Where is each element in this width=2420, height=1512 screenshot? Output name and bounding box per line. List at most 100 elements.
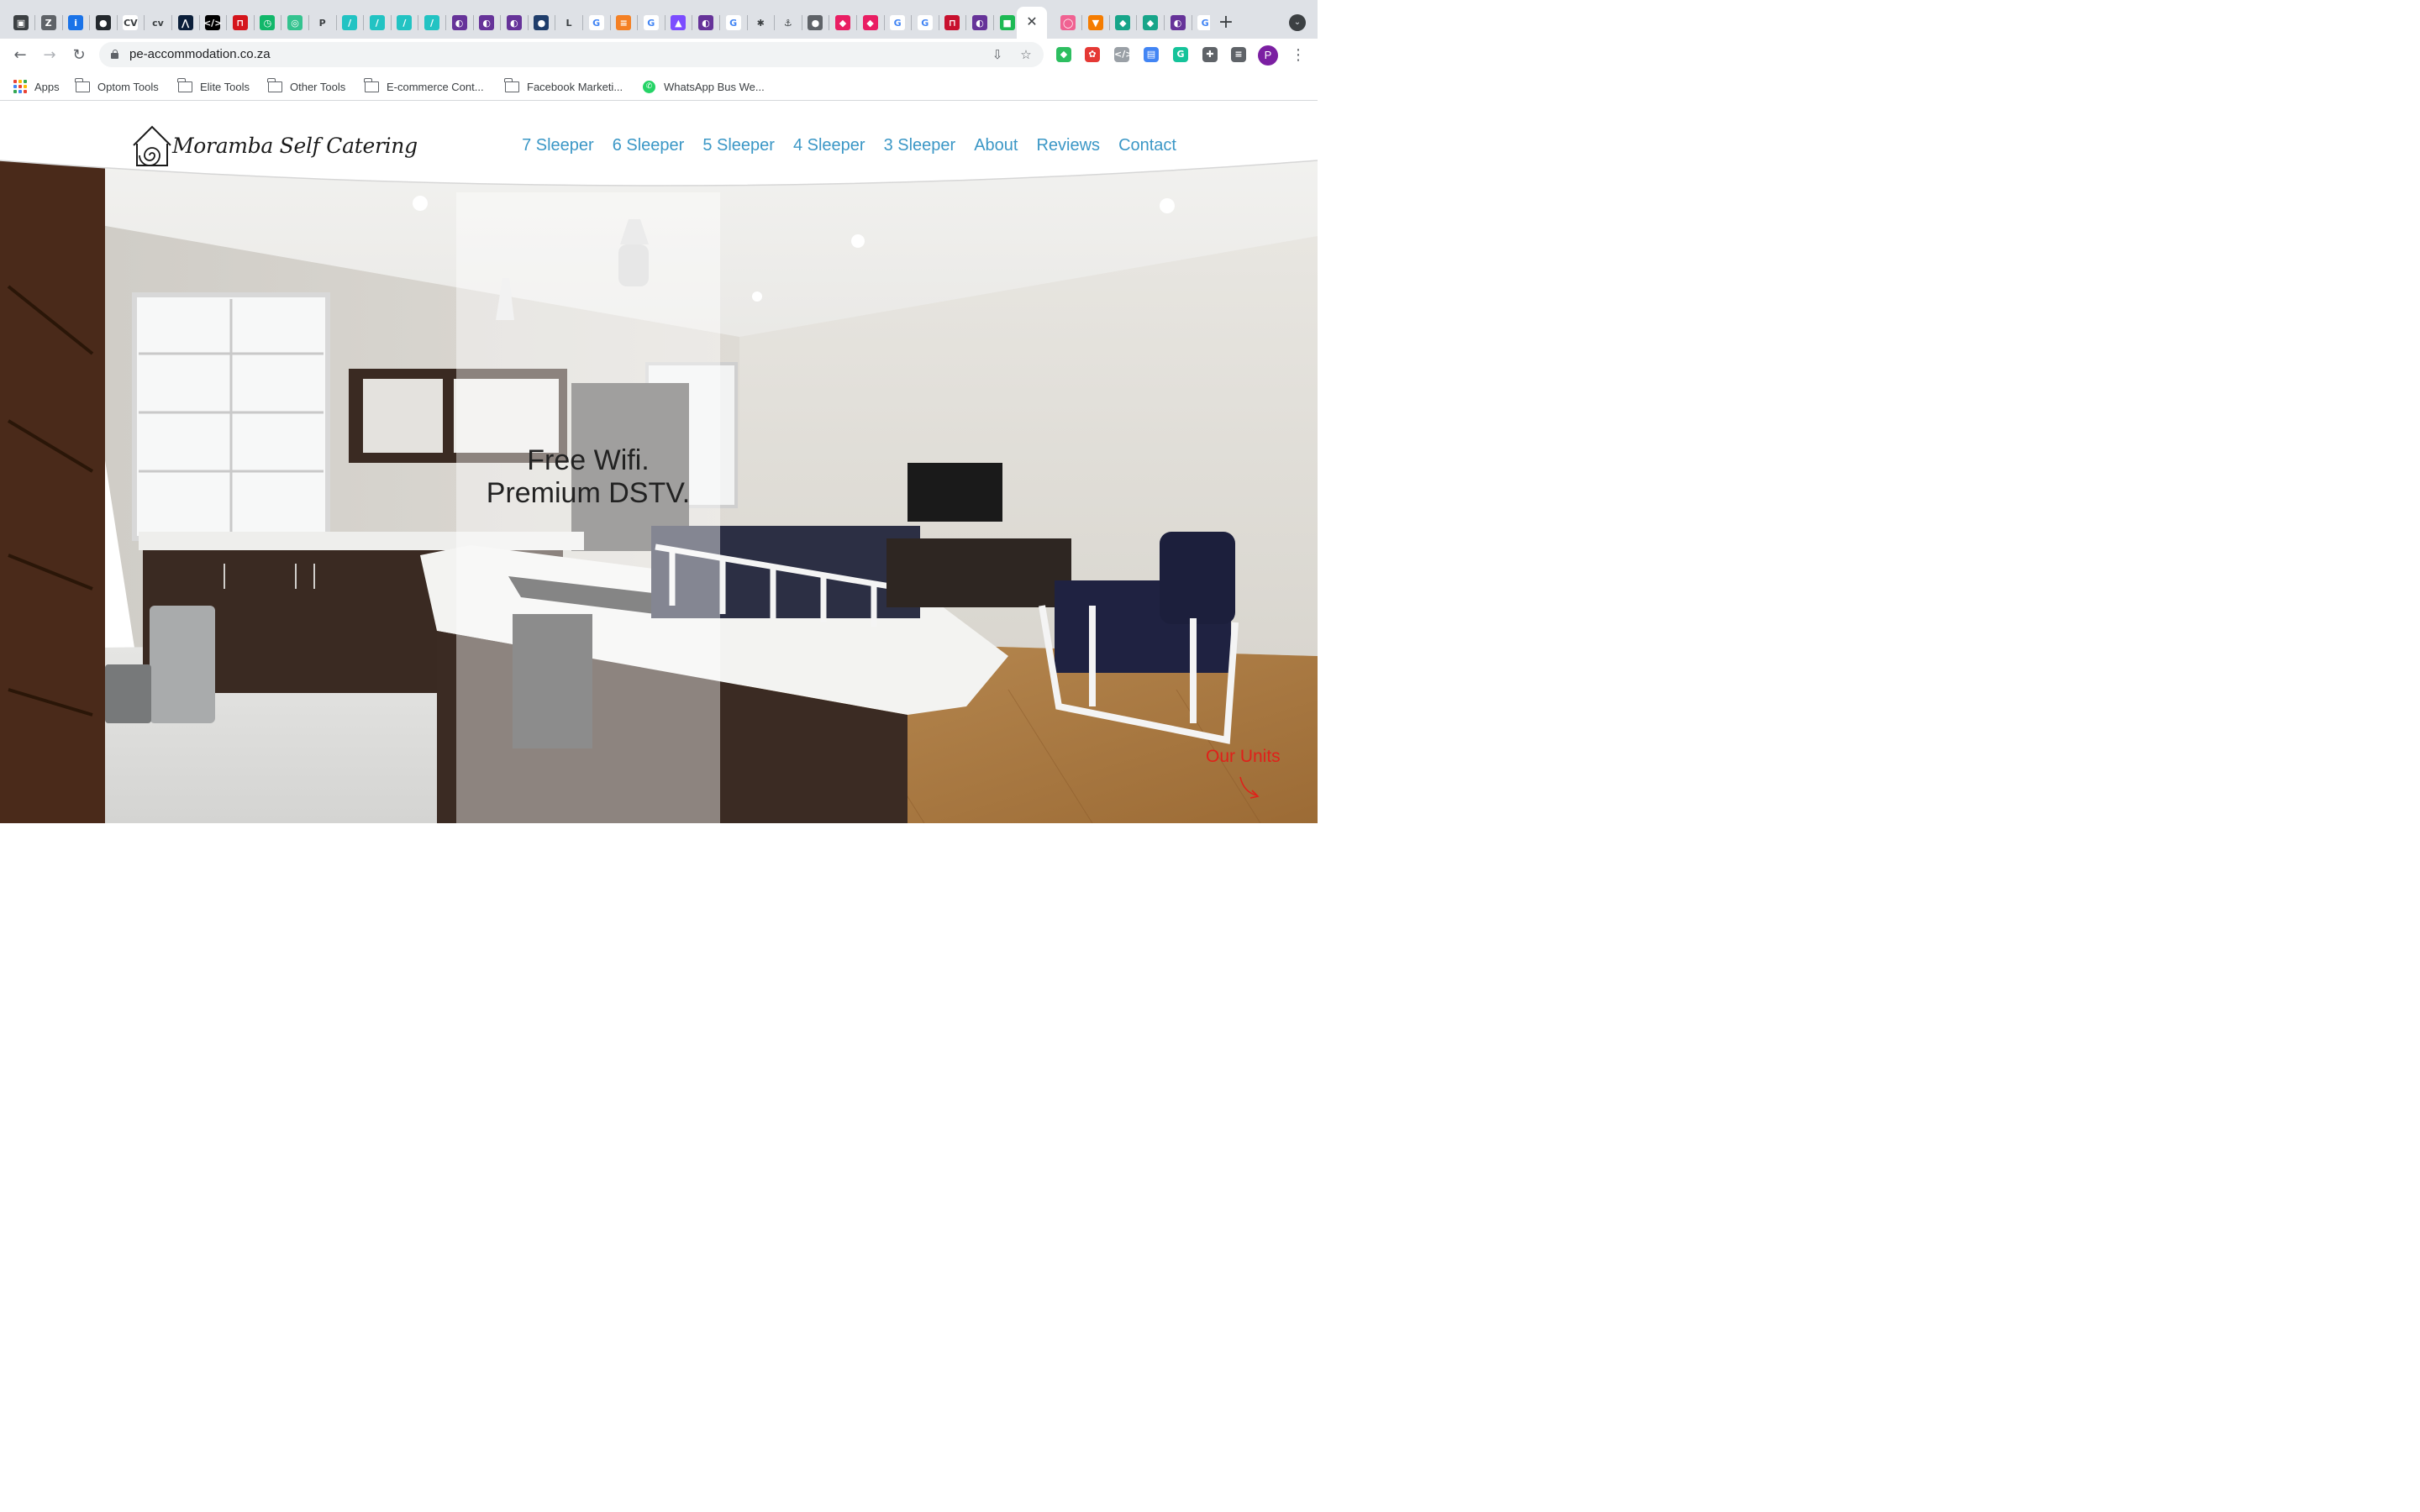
bookmark-apps[interactable]: Apps <box>13 79 60 94</box>
tab-separator <box>445 15 446 30</box>
tab-separator <box>609 15 611 30</box>
tab-separator <box>1108 15 1110 30</box>
code-icon[interactable]: </> <box>203 15 222 30</box>
new-tab-button[interactable]: + <box>1217 13 1235 32</box>
url-text[interactable]: pe-accommodation.co.za <box>129 47 271 61</box>
asterisk-icon[interactable]: ✱ <box>753 15 769 30</box>
nav-4-sleeper[interactable]: 4 Sleeper <box>793 136 865 155</box>
evernote-icon[interactable]: ◆ <box>1056 47 1071 62</box>
nav-6-sleeper[interactable]: 6 Sleeper <box>613 136 685 155</box>
close-tab-icon[interactable]: ✕ <box>1023 13 1040 30</box>
bookmark-folder-elite-tools[interactable]: Elite Tools <box>177 77 250 94</box>
stackoverflow-icon[interactable]: ≡ <box>616 15 632 30</box>
tab-separator <box>61 15 63 30</box>
code-ext-icon[interactable]: </> <box>1114 47 1133 62</box>
logo-text: Moramba Self Catering <box>172 134 418 158</box>
wix-icon[interactable]: ▣ <box>13 15 29 30</box>
angle-brackets-icon[interactable]: ⋀ <box>177 15 193 30</box>
bookmark-label: Facebook Marketi... <box>527 80 623 93</box>
pizza-icon[interactable]: ▼ <box>1087 15 1103 30</box>
google-icon[interactable]: G <box>1197 15 1210 30</box>
bookmark-star-icon[interactable]: ☆ <box>1018 47 1034 62</box>
tab-separator <box>1136 15 1138 30</box>
browser-menu-button[interactable]: ⋮ <box>1291 45 1306 66</box>
nav-about[interactable]: About <box>974 136 1018 155</box>
slash-teal-icon[interactable]: / <box>342 15 358 30</box>
curved-arrow-icon[interactable] <box>1237 774 1262 801</box>
puzzle-icon[interactable]: ✚ <box>1202 47 1218 62</box>
info-icon[interactable]: i <box>68 15 84 30</box>
slash-teal-icon[interactable]: / <box>397 15 413 30</box>
cv-icon[interactable]: CV <box>123 15 139 30</box>
github-icon[interactable]: ● <box>95 15 111 30</box>
site-navigation: 7 Sleeper 6 Sleeper 5 Sleeper 4 Sleeper … <box>503 136 1176 155</box>
nav-reviews[interactable]: Reviews <box>1036 136 1100 155</box>
pink-icon[interactable]: ◆ <box>835 15 850 30</box>
p-logo-icon[interactable]: P <box>314 15 330 30</box>
google-icon[interactable]: G <box>643 15 659 30</box>
spiral-icon[interactable]: ◎ <box>287 15 302 30</box>
tab-separator <box>527 15 529 30</box>
dark-circle-icon[interactable]: ● <box>534 15 550 30</box>
chat-icon[interactable]: ■ <box>999 15 1015 30</box>
bookmark-folder-optom-tools[interactable]: Optom Tools <box>75 77 159 94</box>
folder-icon <box>504 77 519 92</box>
tab-separator <box>171 15 172 30</box>
gatsby-icon[interactable]: ◐ <box>698 15 713 30</box>
anchor-icon[interactable]: ⚓ <box>780 15 796 30</box>
tab-separator <box>472 15 474 30</box>
tab-separator <box>582 15 583 30</box>
grammarly-icon[interactable]: G <box>1173 47 1188 62</box>
lock-icon[interactable] <box>111 50 118 59</box>
profile-avatar[interactable]: P <box>1258 45 1278 66</box>
globe-icon[interactable]: ● <box>808 15 823 30</box>
forward-button[interactable]: → <box>39 45 60 66</box>
red-square-icon[interactable]: ⊓ <box>232 15 248 30</box>
our-units-link[interactable]: Our Units <box>1206 747 1281 767</box>
google-icon[interactable]: G <box>917 15 933 30</box>
l-letter-icon[interactable]: L <box>561 15 576 30</box>
gatsby-icon[interactable]: ◐ <box>1170 15 1186 30</box>
address-bar[interactable]: pe-accommodation.co.za ⇩ ☆ <box>99 42 1044 67</box>
google-icon[interactable]: G <box>725 15 741 30</box>
bookmark-label: WhatsApp Bus We... <box>664 80 765 93</box>
install-app-icon[interactable]: ⇩ <box>990 47 1005 62</box>
red-square-icon[interactable]: ⊓ <box>944 15 960 30</box>
gatsby-icon[interactable]: ◐ <box>506 15 522 30</box>
zotero-icon[interactable]: Z <box>40 15 56 30</box>
reload-button[interactable]: ↻ <box>69 45 89 66</box>
pink-outline-icon[interactable]: ◯ <box>1060 15 1076 30</box>
rocket-icon[interactable]: ▲ <box>671 15 687 30</box>
slash-teal-icon[interactable]: / <box>369 15 385 30</box>
bookmark-whatsapp[interactable]: ✆ WhatsApp Bus We... <box>643 79 765 94</box>
tab-separator <box>89 15 91 30</box>
diamond-icon[interactable]: ◆ <box>1143 15 1158 30</box>
google-icon[interactable]: G <box>890 15 906 30</box>
tab-separator <box>144 15 145 30</box>
slash-teal-icon[interactable]: / <box>424 15 439 30</box>
nav-contact[interactable]: Contact <box>1118 136 1176 155</box>
color-wheel-icon[interactable]: ✿ <box>1085 47 1100 62</box>
pink-icon[interactable]: ◆ <box>862 15 878 30</box>
tab-separator <box>226 15 228 30</box>
tab-search-icon[interactable]: ⌄ <box>1289 14 1306 31</box>
google-icon[interactable]: G <box>588 15 604 30</box>
nav-5-sleeper[interactable]: 5 Sleeper <box>702 136 775 155</box>
bookmark-folder-facebook[interactable]: Facebook Marketi... <box>504 77 623 94</box>
bookmark-folder-ecommerce[interactable]: E-commerce Cont... <box>364 77 484 94</box>
gatsby-icon[interactable]: ◐ <box>972 15 987 30</box>
tab-separator <box>664 15 666 30</box>
clock-icon[interactable]: ◷ <box>260 15 276 30</box>
site-logo[interactable]: Moramba Self Catering <box>130 122 418 172</box>
gatsby-icon[interactable]: ◐ <box>451 15 467 30</box>
nav-7-sleeper[interactable]: 7 Sleeper <box>522 136 594 155</box>
diamond-icon[interactable]: ◆ <box>1115 15 1131 30</box>
back-button[interactable]: ← <box>10 45 30 66</box>
gatsby-icon[interactable]: ◐ <box>479 15 495 30</box>
bookmark-folder-other-tools[interactable]: Other Tools <box>267 77 345 94</box>
reader-icon[interactable]: ▤ <box>1144 47 1159 62</box>
cv-yellow-icon[interactable]: cv <box>150 15 166 30</box>
nav-3-sleeper[interactable]: 3 Sleeper <box>884 136 956 155</box>
tab-separator <box>856 15 857 30</box>
playlist-icon[interactable]: ≡ <box>1231 47 1246 62</box>
